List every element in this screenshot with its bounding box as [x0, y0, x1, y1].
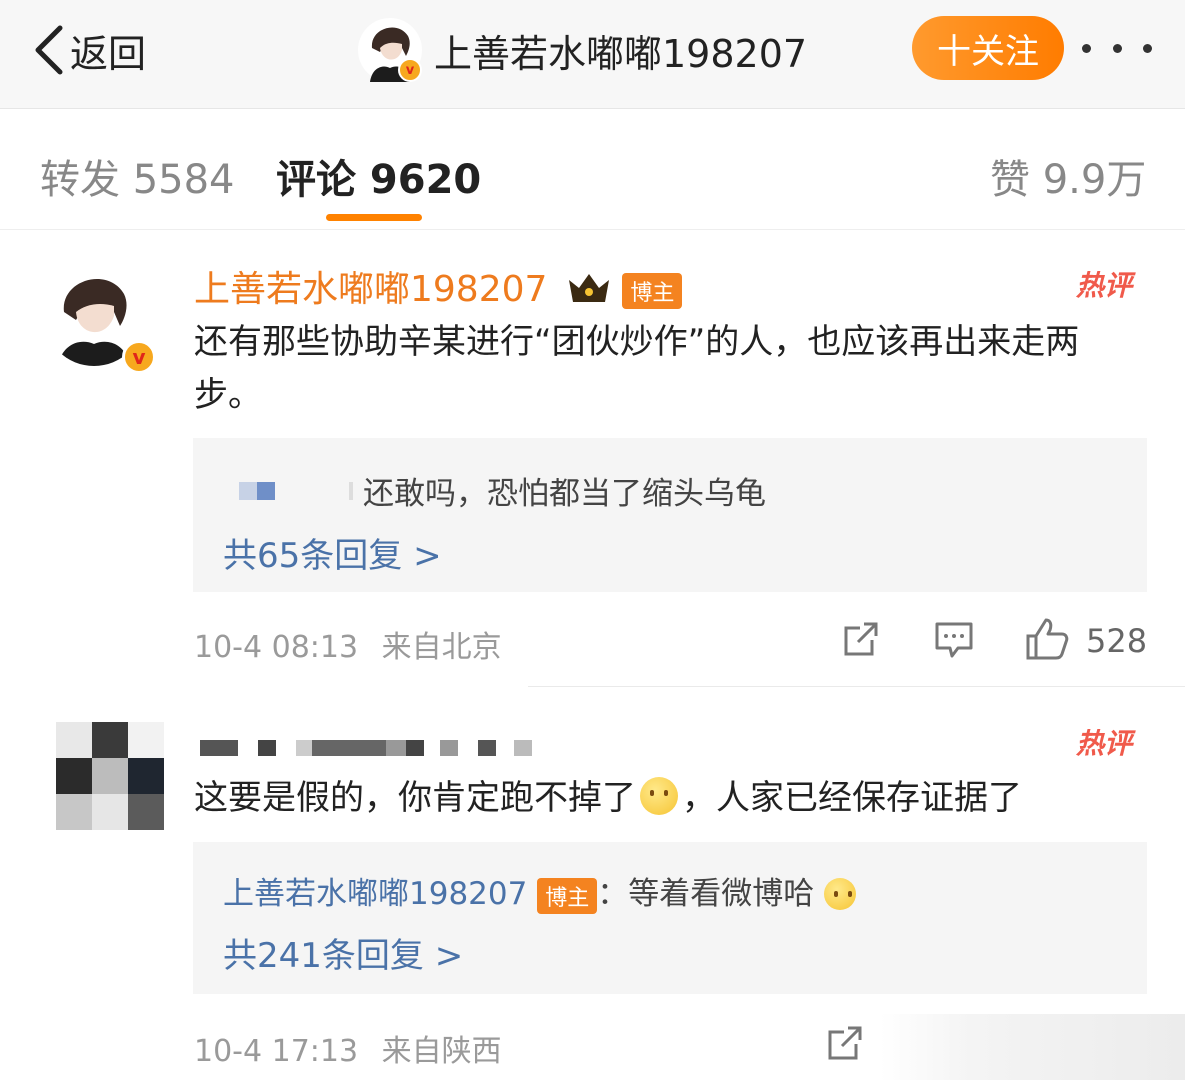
header-author-name: 上善若水嘟嘟198207 [434, 31, 808, 76]
host-badge: 博主 [622, 273, 683, 309]
tab-reposts[interactable]: 转发 5584 [40, 147, 235, 205]
like-button[interactable] [1024, 616, 1070, 666]
comment-text: 还有那些协助辛某进行“团伙炒作”的人，也应该再出来走两步。 [194, 322, 1080, 415]
reply-icon[interactable] [934, 620, 974, 664]
comment-author-name[interactable]: 上善若水嘟嘟198207 博主 [194, 260, 683, 313]
comment-author-name-text: 上善若水嘟嘟198207 [194, 269, 548, 310]
back-label: 返回 [70, 31, 147, 76]
avatar[interactable] [56, 722, 164, 830]
comment-text-part: ，人家已经保存证据了 [682, 778, 1022, 818]
reply-preview-text: ：等着看微博哈 [597, 876, 815, 912]
tab-likes[interactable]: 赞 9.9万 [990, 147, 1146, 205]
like-count: 528 [1086, 622, 1148, 660]
reply-preview-box[interactable]: 上善若水嘟嘟198207 博主 ：等着看微博哈 共241条回复 > [193, 842, 1147, 994]
comment-item: v 上善若水嘟嘟198207 博主 热评 还有那些协助辛某进行“团伙炒作”的人，… [0, 230, 1185, 686]
header-author[interactable]: v 上善若水嘟嘟198207 [358, 18, 807, 82]
active-tab-indicator [326, 214, 422, 221]
thumbs-up-icon [1026, 618, 1069, 660]
reply-preview-line: 上善若水嘟嘟198207 博主 ：等着看微博哈 [223, 868, 857, 914]
reply-preview-text: 还敢吗，恐怕都当了缩头乌龟 [363, 476, 766, 512]
comment-text-part: 这要是假的，你肯定跑不掉了 [194, 778, 636, 818]
comment-text: 这要是假的，你肯定跑不掉了 ，人家已经保存证据了 [194, 772, 1134, 825]
host-badge: 博主 [537, 877, 598, 914]
comment-item: 热评 这要是假的，你肯定跑不掉了 ，人家已经保存证据了 上善若水嘟嘟198207 … [0, 688, 1185, 1080]
blurred-action-area [880, 1014, 1185, 1080]
verified-badge-icon: v [122, 340, 156, 374]
share-icon[interactable] [842, 620, 880, 662]
tab-comments[interactable]: 评论 9620 [276, 147, 481, 205]
smile-emoji-icon [640, 777, 678, 815]
comment-meta: 10-4 17:13 来自陕西 [194, 1026, 502, 1070]
reply-author-name[interactable]: 上善若水嘟嘟198207 [223, 876, 527, 912]
follow-button[interactable]: 十关注 [912, 16, 1064, 80]
tab-bar: 转发 5584 评论 9620 赞 9.9万 [0, 109, 1185, 230]
comment-meta: 10-4 08:13 来自北京 [194, 622, 502, 666]
thinking-emoji-icon [824, 878, 857, 910]
verified-badge-icon: v [398, 58, 422, 82]
header-avatar[interactable]: v [358, 18, 422, 82]
reply-count-link[interactable]: 共241条回复 > [223, 928, 463, 977]
reply-preview-box[interactable]: 还敢吗，恐怕都当了缩头乌龟 共65条回复 > [193, 438, 1147, 592]
comment-time: 10-4 08:13 [194, 630, 359, 665]
comment-location: 来自陕西 [381, 1034, 502, 1069]
hot-comment-tag: 热评 [1076, 727, 1133, 760]
divider [528, 686, 1185, 687]
reply-count-link[interactable]: 共65条回复 > [223, 528, 442, 577]
more-options-icon[interactable] [1082, 40, 1152, 56]
chevron-left-icon [35, 25, 63, 75]
share-icon[interactable] [826, 1024, 864, 1066]
comment-location: 来自北京 [381, 630, 502, 665]
hot-comment-tag: 热评 [1076, 269, 1133, 302]
comment-time: 10-4 17:13 [194, 1034, 359, 1069]
back-button[interactable]: 返回 [30, 22, 146, 78]
top-bar: 返回 v 上善若水嘟嘟198207 十关注 [0, 0, 1185, 109]
crown-icon [567, 270, 611, 313]
